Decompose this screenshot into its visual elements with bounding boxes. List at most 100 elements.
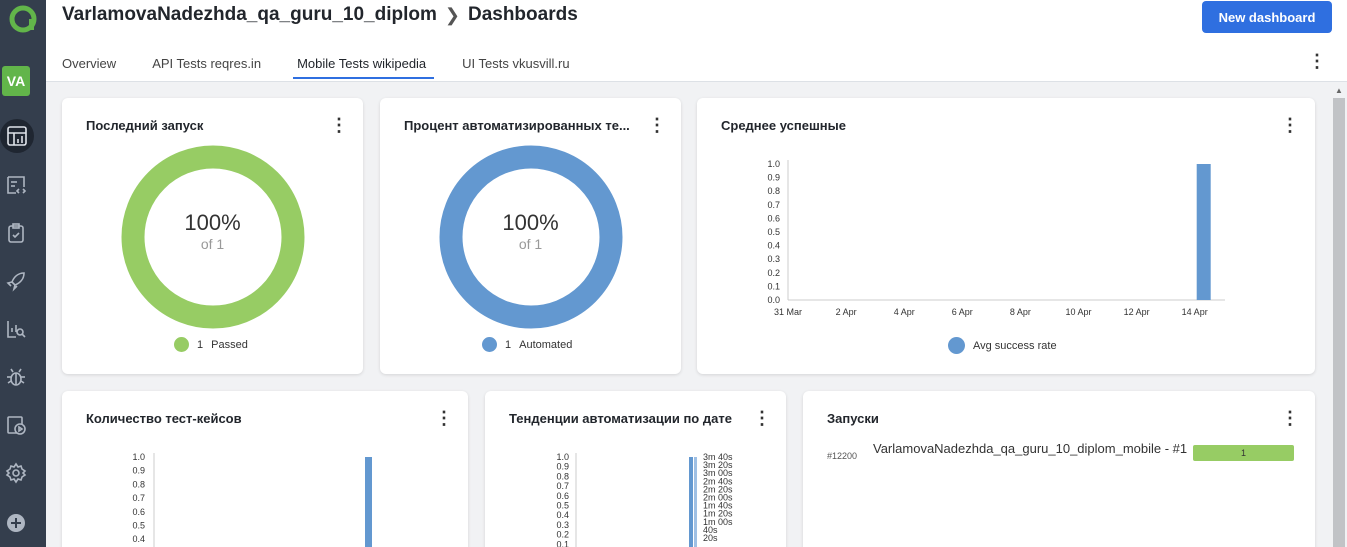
y-tick-label: 0.9 [556,462,569,472]
y-tick-label: 1.0 [132,452,145,462]
legend[interactable]: 1 Automated [482,337,572,352]
legend-dot [482,337,497,352]
automation-trend-chart: 0.10.20.30.40.50.60.70.80.91.020s40s1m 0… [556,452,733,547]
y-tick-label: 1.0 [767,159,780,169]
y-tick-label: 0.5 [556,501,569,511]
y-tick-label: 0.6 [556,491,569,501]
bar [694,457,697,547]
widget-menu-icon[interactable]: ⋮ [753,409,771,427]
y-tick-label: 0.8 [767,186,780,196]
total-value: of 1 [518,236,543,252]
launches-icon[interactable] [0,265,32,297]
dashboards-icon[interactable] [0,119,34,153]
x-tick-label: 12 Apr [1124,307,1150,317]
y2-tick-label: 3m 40s [703,452,733,462]
y-tick-label: 0.5 [767,227,780,237]
y-tick-label: 0.1 [556,539,569,547]
analytics-icon[interactable] [0,313,32,345]
x-tick-label: 8 Apr [1010,307,1031,317]
y-tick-label: 0.7 [556,481,569,491]
x-tick-label: 10 Apr [1065,307,1091,317]
tab-overview[interactable]: Overview [62,56,120,79]
bar [1196,164,1211,300]
y-tick-label: 0.4 [556,510,569,520]
widget-menu-icon[interactable]: ⋮ [330,116,348,134]
scroll-up-icon[interactable]: ▲ [1335,86,1343,95]
widget-title: Среднее успешные [721,118,846,133]
launch-status-bar[interactable]: 1 [1193,445,1294,461]
widget-automation-percent: Процент автоматизированных те... ⋮ 100% … [380,98,681,374]
scrollbar[interactable]: ▲ [1331,82,1347,547]
widget-title: Запуски [827,411,879,426]
launch-id: #12200 [827,451,858,461]
widget-title: Последний запуск [86,118,204,133]
legend[interactable]: 1 Passed [174,337,248,352]
y-tick-label: 0.3 [767,254,780,264]
widget-menu-icon[interactable]: ⋮ [1281,409,1299,427]
legend-count: 1 [505,338,512,351]
widget-launches: Запуски ⋮ #12200 VarlamovaNadezhda_qa_gu… [803,391,1315,547]
new-dashboard-button[interactable]: New dashboard [1202,1,1332,33]
y-tick-label: 0.7 [767,200,780,210]
widget-menu-icon[interactable]: ⋮ [648,116,666,134]
bar [365,457,372,547]
y-tick-label: 0.6 [767,213,780,223]
bar [689,457,693,547]
widget-last-launch: Последний запуск ⋮ 100% of 1 1 Passed [62,98,363,374]
widget-title: Тенденции автоматизации по дате [509,411,732,426]
dashboard-tabs: Overview API Tests reqres.in Mobile Test… [62,56,606,79]
legend-count: 1 [197,338,204,351]
y-tick-label: 0.2 [556,530,569,540]
tab-api-tests[interactable]: API Tests reqres.in [152,56,265,79]
y-tick-label: 1.0 [556,452,569,462]
y-tick-label: 0.8 [132,479,145,489]
y-tick-label: 0.1 [767,281,780,291]
widget-automation-trend: Тенденции автоматизации по дате ⋮ 0.1 0.2… [485,391,786,547]
allure-logo-icon[interactable] [0,0,46,38]
y-tick-label: 0.8 [556,471,569,481]
percent-value: 100% [502,210,559,235]
test-cases-icon[interactable] [0,169,32,201]
legend[interactable]: Avg success rate [948,337,1057,354]
y-tick-label: 0.4 [132,534,145,544]
project-name[interactable]: VarlamovaNadezhda_qa_guru_10_diplom [62,4,437,26]
widget-title: Количество тест-кейсов [86,411,242,426]
defects-icon[interactable] [0,361,32,393]
launch-row[interactable]: #12200 VarlamovaNadezhda_qa_guru_10_dipl… [827,439,1193,461]
avg-success-chart: 0.0 0.1 0.2 0.3 0.4 0.5 0.6 0.7 0.8 0.9 1.0 31 Mar 2… [767,159,1225,317]
scrollbar-thumb[interactable] [1333,98,1345,547]
test-case-count-chart: 0.4 0.5 0.6 0.7 0.8 0.9 1.0 [132,452,372,547]
header: VarlamovaNadezhda_qa_guru_10_diplom ❯ Da… [46,0,1347,82]
legend-label: Automated [519,338,573,351]
legend-dot [174,337,189,352]
legend-label: Avg success rate [973,339,1057,352]
percent-value: 100% [184,210,241,235]
x-tick-label: 14 Apr [1182,307,1208,317]
legend-dot [948,337,965,354]
widget-title: Процент автоматизированных те... [404,118,630,133]
widget-menu-icon[interactable]: ⋮ [1281,116,1299,134]
y-tick-label: 0.4 [767,241,780,251]
x-tick-label: 6 Apr [952,307,973,317]
launch-name[interactable]: VarlamovaNadezhda_qa_guru_10_diplom_mobi… [873,439,1193,461]
test-plans-icon[interactable] [0,217,32,249]
add-icon[interactable] [0,507,32,539]
y-tick-label: 0.3 [556,520,569,530]
widget-menu-icon[interactable]: ⋮ [435,409,453,427]
total-value: of 1 [200,236,225,252]
jobs-icon[interactable] [0,409,32,441]
y-tick-label: 0.5 [132,521,145,531]
chevron-right-icon: ❯ [444,4,460,25]
y-tick-label: 0.6 [132,507,145,517]
y-tick-label: 0.9 [132,466,145,476]
sidebar: VA [0,0,46,547]
tab-ui-tests[interactable]: UI Tests vkusvill.ru [462,56,573,79]
widget-test-case-count: Количество тест-кейсов ⋮ 0.4 0.5 0.6 0.7 0.8… [62,391,468,547]
more-options-icon[interactable]: ⋮ [1308,52,1326,70]
settings-icon[interactable] [0,457,32,489]
avatar[interactable]: VA [2,66,30,96]
tab-mobile-tests[interactable]: Mobile Tests wikipedia [293,56,435,79]
x-tick-label: 2 Apr [836,307,857,317]
y-tick-label: 0.2 [767,268,780,278]
x-tick-label: 4 Apr [894,307,915,317]
